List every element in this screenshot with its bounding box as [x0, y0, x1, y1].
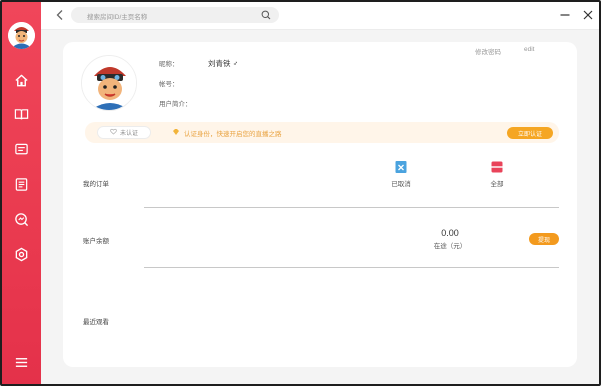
- document-icon[interactable]: [13, 176, 30, 193]
- divider: [144, 267, 559, 268]
- balance-amount: 0.00: [441, 228, 459, 238]
- verification-status-text: 未认证: [119, 131, 138, 137]
- order-cancelled[interactable]: 已取消: [381, 160, 421, 188]
- change-password-link[interactable]: 修改密码: [475, 46, 501, 56]
- back-arrow-icon[interactable]: [55, 9, 65, 21]
- verify-now-button[interactable]: 立即认证: [507, 127, 553, 139]
- balance-title: 账户余额: [83, 238, 109, 245]
- divider: [144, 207, 559, 208]
- sidebar: [2, 2, 41, 384]
- heart-icon: [110, 128, 117, 137]
- nickname-value: 刘青铁 ♂: [208, 59, 239, 68]
- search-bar[interactable]: 搜索房间ID/主页名称: [71, 7, 279, 23]
- intro-label: 用户简介：: [159, 101, 192, 108]
- search-icon[interactable]: [261, 10, 271, 20]
- balance-unit-label: 在途（元）: [433, 243, 467, 250]
- hexagon-settings-icon[interactable]: [13, 246, 30, 263]
- profile-card: 昵称： 刘青铁 ♂ 帐号： 用户简介： 修改密码 edit 未认证 认证身份，快…: [63, 42, 577, 367]
- home-icon[interactable]: [13, 72, 30, 89]
- cancelled-order-icon: [394, 160, 408, 174]
- app-window: 搜索房间ID/主页名称 昵称： 刘青铁 ♂ 帐号： 用户简介： 修改密码 edi…: [0, 0, 601, 386]
- menu-icon[interactable]: [13, 354, 30, 371]
- withdraw-button[interactable]: 提现: [529, 233, 559, 245]
- minimize-button[interactable]: [559, 9, 571, 21]
- diamond-icon: [172, 128, 180, 138]
- order-all[interactable]: 全部: [477, 160, 517, 188]
- all-orders-icon: [490, 160, 504, 174]
- account-label: 帐号：: [159, 81, 179, 88]
- message-icon[interactable]: [13, 141, 30, 158]
- book-icon[interactable]: [13, 106, 30, 123]
- recent-title: 最近观看: [83, 319, 109, 326]
- main-content: 昵称： 刘青铁 ♂ 帐号： 用户简介： 修改密码 edit 未认证 认证身份，快…: [41, 30, 599, 384]
- verification-message: 认证身份，快速开启您的直播之路: [172, 128, 282, 138]
- top-bar: 搜索房间ID/主页名称: [41, 2, 599, 30]
- search-circle-icon[interactable]: [13, 211, 30, 228]
- verification-banner: 未认证 认证身份，快速开启您的直播之路 立即认证: [85, 122, 559, 143]
- verification-status-badge: 未认证: [97, 126, 151, 139]
- close-button[interactable]: [582, 9, 594, 21]
- app-logo[interactable]: [8, 22, 35, 49]
- orders-title: 我的订单: [83, 181, 109, 188]
- search-input[interactable]: 搜索房间ID/主页名称: [87, 11, 147, 21]
- avatar[interactable]: [81, 55, 137, 111]
- edit-link[interactable]: edit: [524, 46, 534, 53]
- nickname-label: 昵称：: [159, 61, 179, 68]
